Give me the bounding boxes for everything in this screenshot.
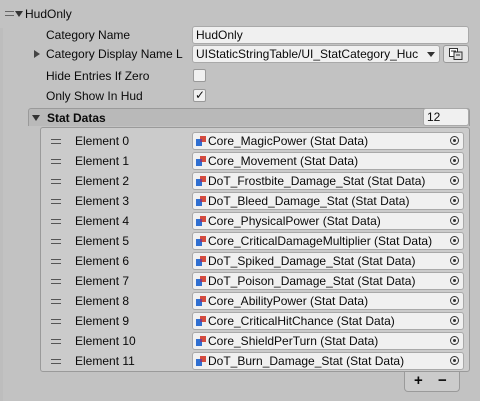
stat-data-value: Core_PhysicalPower (Stat Data) [208,214,381,228]
scriptable-object-icon [196,176,206,186]
drag-handle-icon[interactable] [51,259,61,264]
foldout-triangle-down-icon[interactable] [32,115,40,121]
stat-data-value: Core_AbilityPower (Stat Data) [208,294,369,308]
list-footer: + − [404,372,460,392]
object-picker-icon[interactable] [450,336,459,345]
scriptable-object-icon [196,356,206,366]
drag-handle-icon[interactable] [51,299,61,304]
scriptable-object-icon [196,256,206,266]
drag-handle-icon[interactable] [51,239,61,244]
element-label: Element 11 [75,354,135,368]
object-picker-icon[interactable] [450,156,459,165]
stat-data-object-field[interactable]: Core_MagicPower (Stat Data) [192,132,464,150]
scriptable-object-icon [196,336,206,346]
object-picker-icon[interactable] [450,356,459,365]
object-picker-icon[interactable] [450,296,459,305]
object-picker-icon[interactable] [450,176,459,185]
drag-handle-icon[interactable] [51,359,61,364]
object-picker-icon[interactable] [450,316,459,325]
stat-data-object-field[interactable]: DoT_Frostbite_Damage_Stat (Stat Data) [192,172,464,190]
component-header: HudOnly [0,0,480,28]
stat-data-value: Core_Movement (Stat Data) [208,154,359,168]
object-picker-icon[interactable] [450,196,459,205]
element-label: Element 3 [75,194,130,208]
add-element-button[interactable]: + [414,373,423,389]
element-label: Element 10 [75,334,136,348]
inspector-left-edge [0,28,3,401]
stat-data-value: DoT_Bleed_Damage_Stat (Stat Data) [208,194,410,208]
stat-data-value: Core_MagicPower (Stat Data) [208,134,369,148]
object-picker-icon[interactable] [450,216,459,225]
stat-data-object-field[interactable]: Core_CriticalDamageMultiplier (Stat Data… [192,232,464,250]
stat-data-object-field[interactable]: DoT_Poison_Damage_Stat (Stat Data) [192,272,464,290]
drag-handle-icon[interactable] [51,199,61,204]
chevron-down-icon [427,52,435,57]
stat-data-object-field[interactable]: Core_ShieldPerTurn (Stat Data) [192,332,464,350]
scriptable-object-icon [196,136,206,146]
stat-datas-header[interactable]: Stat Datas [28,108,470,126]
drag-handle-icon[interactable] [51,179,61,184]
localize-button[interactable] [443,45,469,63]
drag-handle-icon[interactable] [51,159,61,164]
checkmark-icon: ✓ [195,88,206,102]
stat-data-object-field[interactable]: Core_Movement (Stat Data) [192,152,464,170]
stat-data-object-field[interactable]: Core_CriticalHitChance (Stat Data) [192,312,464,330]
element-label: Element 1 [75,154,130,168]
scriptable-object-icon [196,276,206,286]
element-label: Element 7 [75,274,130,288]
drag-handle-icon[interactable] [51,139,61,144]
object-picker-icon[interactable] [450,256,459,265]
stat-data-object-field[interactable]: Core_AbilityPower (Stat Data) [192,292,464,310]
localize-icon [449,48,463,60]
stat-data-value: Core_ShieldPerTurn (Stat Data) [208,334,379,348]
element-label: Element 5 [75,234,130,248]
category-name-label: Category Name [46,28,131,42]
header-title[interactable]: HudOnly [25,6,72,22]
stat-data-value: Core_CriticalDamageMultiplier (Stat Data… [208,234,433,248]
scriptable-object-icon [196,296,206,306]
category-display-name-dropdown[interactable]: UIStaticStringTable/UI_StatCategory_Huc [192,45,440,63]
stat-data-value: DoT_Frostbite_Damage_Stat (Stat Data) [208,174,426,188]
category-display-name-label[interactable]: Category Display Name L [46,46,183,62]
only-show-hud-label: Only Show In Hud [46,89,143,103]
drag-handle-icon[interactable] [5,11,14,16]
stat-data-object-field[interactable]: DoT_Spiked_Damage_Stat (Stat Data) [192,252,464,270]
object-picker-icon[interactable] [450,276,459,285]
stat-data-object-field[interactable]: DoT_Bleed_Damage_Stat (Stat Data) [192,192,464,210]
remove-element-button[interactable]: − [438,373,447,389]
element-label: Element 4 [75,214,130,228]
stat-datas-size-field[interactable]: 12 [423,108,469,126]
foldout-triangle-down-icon[interactable] [15,11,23,17]
hide-entries-label: Hide Entries If Zero [46,69,150,83]
stat-data-value: DoT_Spiked_Damage_Stat (Stat Data) [208,254,416,268]
drag-handle-icon[interactable] [51,339,61,344]
element-label: Element 8 [75,294,130,308]
element-label: Element 6 [75,254,130,268]
drag-handle-icon[interactable] [51,219,61,224]
drag-handle-icon[interactable] [51,279,61,284]
hide-entries-checkbox[interactable] [193,69,206,82]
stat-data-object-field[interactable]: DoT_Burn_Damage_Stat (Stat Data) [192,352,464,370]
foldout-triangle-right-icon[interactable] [34,50,40,58]
category-name-field[interactable]: HudOnly [192,26,469,44]
element-label: Element 0 [75,134,130,148]
scriptable-object-icon [196,216,206,226]
stat-data-value: DoT_Poison_Damage_Stat (Stat Data) [208,274,416,288]
scriptable-object-icon [196,196,206,206]
object-picker-icon[interactable] [450,136,459,145]
scriptable-object-icon [196,156,206,166]
stat-data-value: Core_CriticalHitChance (Stat Data) [208,314,395,328]
element-label: Element 2 [75,174,130,188]
stat-datas-label: Stat Datas [47,111,106,125]
stat-data-object-field[interactable]: Core_PhysicalPower (Stat Data) [192,212,464,230]
drag-handle-icon[interactable] [51,319,61,324]
object-picker-icon[interactable] [450,236,459,245]
only-show-hud-checkbox[interactable]: ✓ [193,88,206,102]
scriptable-object-icon [196,236,206,246]
element-label: Element 9 [75,314,130,328]
stat-data-value: DoT_Burn_Damage_Stat (Stat Data) [208,354,405,368]
category-display-name-value: UIStaticStringTable/UI_StatCategory_Huc [196,47,419,61]
scriptable-object-icon [196,316,206,326]
